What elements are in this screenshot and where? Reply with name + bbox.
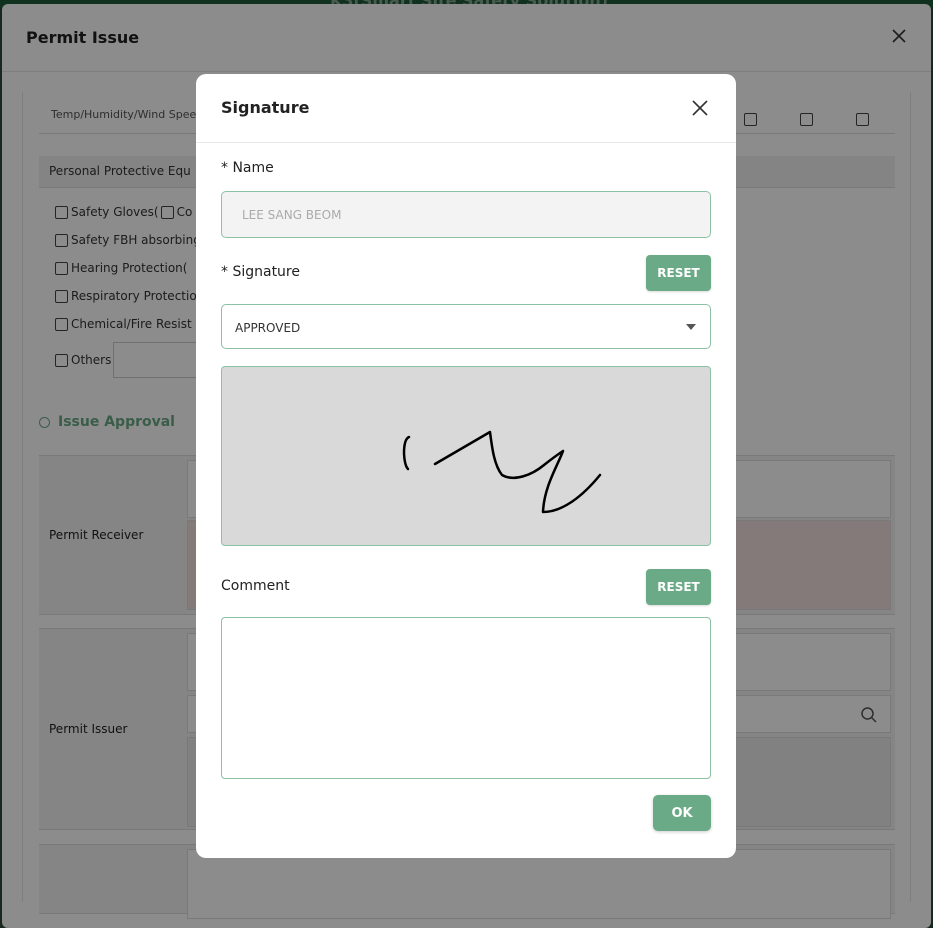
- caret-down-icon: [686, 324, 696, 330]
- signature-pad[interactable]: [221, 366, 711, 546]
- signature-reset-button[interactable]: RESET: [646, 255, 711, 291]
- comment-reset-button[interactable]: RESET: [646, 569, 711, 605]
- comment-label: Comment: [221, 578, 290, 594]
- comment-textarea[interactable]: [221, 617, 711, 779]
- name-input[interactable]: [221, 191, 711, 238]
- select-value: APPROVED: [235, 321, 301, 335]
- signature-type-select[interactable]: APPROVED: [221, 304, 711, 349]
- signature-modal: Signature * Name * Signature RESET APPRO…: [196, 74, 736, 858]
- name-label: * Name: [221, 160, 274, 176]
- signature-drawing: [402, 430, 602, 514]
- signature-modal-title: Signature: [221, 98, 310, 117]
- signature-modal-header: Signature: [196, 74, 736, 143]
- close-icon[interactable]: [690, 98, 710, 118]
- ok-button[interactable]: OK: [653, 795, 711, 831]
- signature-label: * Signature: [221, 264, 300, 280]
